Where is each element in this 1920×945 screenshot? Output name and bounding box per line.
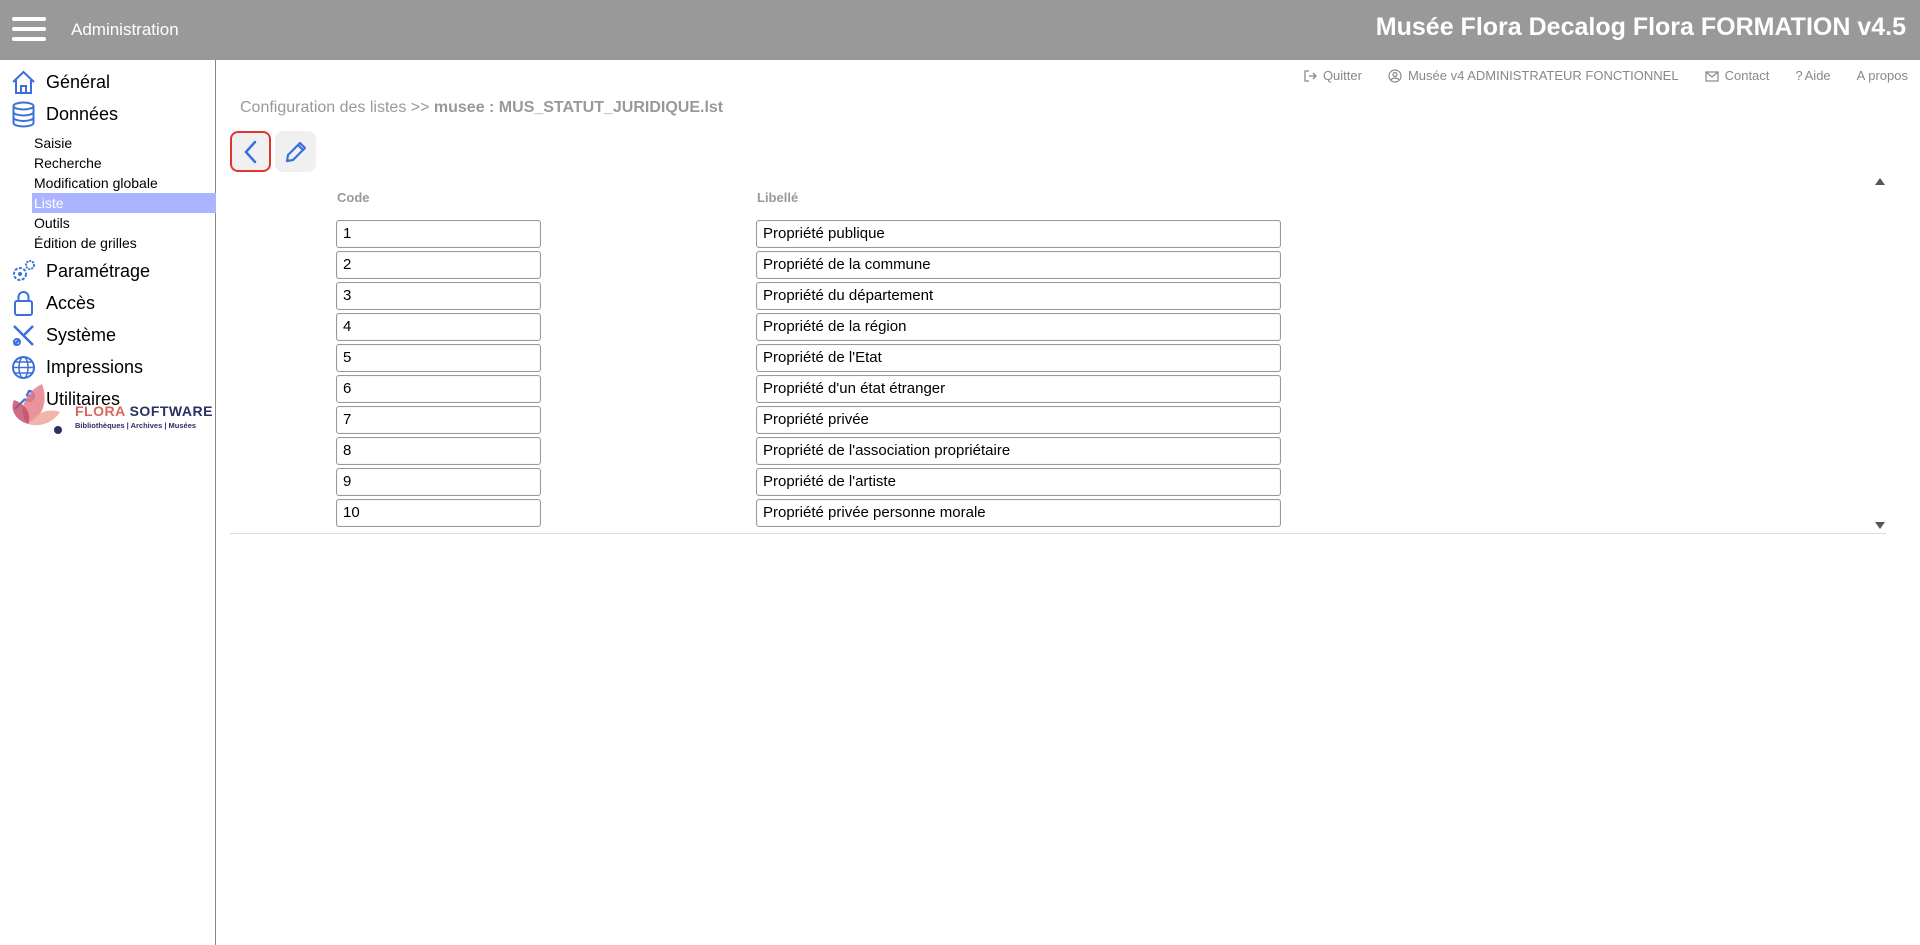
logout-icon [1304, 69, 1317, 82]
code-field[interactable]: 4 [336, 313, 541, 341]
label-field[interactable]: Propriété de la commune [756, 251, 1281, 279]
user-link[interactable]: Musée v4 ADMINISTRATEUR FONCTIONNEL [1388, 68, 1679, 83]
quit-label: Quitter [1322, 68, 1362, 83]
logo-text: FLORA SOFTWARE [75, 403, 213, 419]
sidebar-item-label: Accès [46, 292, 96, 313]
scroll-down-arrow[interactable] [1875, 522, 1885, 529]
label-field[interactable]: Propriété d'un état étranger [756, 375, 1281, 403]
code-field[interactable]: 9 [336, 468, 541, 496]
about-link[interactable]: A propos [1857, 68, 1908, 83]
label-field[interactable]: Propriété du département [756, 282, 1281, 310]
sidebar: Général Données Saisie Recherche Modific… [0, 60, 216, 945]
mail-icon [1704, 70, 1719, 82]
sidebar-item-label: Général [46, 71, 111, 92]
label-field[interactable]: Propriété de l'association propriétaire [756, 437, 1281, 465]
breadcrumb-current: musee : MUS_STATUT_JURIDIQUE.lst [433, 99, 724, 116]
lock-icon [14, 290, 33, 316]
hamburger-icon[interactable] [12, 17, 46, 41]
label-field[interactable]: Propriété privée [756, 406, 1281, 434]
edit-button[interactable] [275, 131, 316, 172]
column-header-label: Libellé [757, 190, 799, 205]
help-label: Aide [1804, 68, 1831, 83]
code-field[interactable]: 5 [336, 344, 541, 372]
pencil-icon [285, 141, 306, 162]
sidebar-subitem-modification-globale[interactable]: Modification globale [34, 173, 215, 193]
label-field[interactable]: Propriété de la région [756, 313, 1281, 341]
sidebar-item-donnees[interactable]: Données [10, 100, 118, 128]
code-field[interactable]: 6 [336, 375, 541, 403]
label-field[interactable]: Propriété de l'Etat [756, 344, 1281, 372]
contact-link[interactable]: Contact [1704, 68, 1770, 83]
app-title: Musée Flora Decalog Flora FORMATION v4.5 [1375, 13, 1906, 41]
breadcrumb-prefix[interactable]: Configuration des listes >> [240, 99, 434, 116]
label-field[interactable]: Propriété de l'artiste [756, 468, 1281, 496]
code-field[interactable]: 7 [336, 406, 541, 434]
column-header-code: Code [337, 190, 370, 205]
code-field[interactable]: 10 [336, 499, 541, 527]
sidebar-subitem-liste[interactable]: Liste [32, 193, 216, 213]
sidebar-subitem-edition-grilles[interactable]: Édition de grilles [34, 233, 215, 253]
tools-icon [13, 324, 34, 346]
code-field[interactable]: 8 [336, 437, 541, 465]
quit-link[interactable]: Quitter [1303, 68, 1362, 83]
sidebar-item-parametrage[interactable]: Paramétrage [10, 257, 150, 285]
user-label: Musée v4 ADMINISTRATEUR FONCTIONNEL [1407, 68, 1679, 83]
help-link[interactable]: ? Aide [1795, 68, 1830, 83]
label-field[interactable]: Propriété publique [756, 220, 1281, 248]
sidebar-item-label: Paramétrage [46, 260, 151, 281]
section-label: Administration [71, 20, 179, 39]
sidebar-item-label: Données [46, 103, 119, 124]
home-icon [12, 70, 35, 94]
database-icon [12, 101, 35, 127]
back-button[interactable] [230, 131, 271, 172]
sidebar-item-acces[interactable]: Accès [10, 289, 95, 317]
list-grid: Code Libellé 1 Propriété publique 2 Proprié… [230, 175, 1886, 534]
sidebar-item-general[interactable]: Général [10, 68, 110, 96]
top-bar: Administration Musée Flora Decalog Flora… [0, 0, 1920, 60]
sidebar-subitem-recherche[interactable]: Recherche [34, 153, 215, 173]
contact-label: Contact [1724, 68, 1770, 83]
sidebar-item-label: Système [46, 324, 117, 345]
code-field[interactable]: 1 [336, 220, 541, 248]
user-icon [1388, 68, 1402, 83]
about-label: A propos [1856, 68, 1908, 83]
sidebar-subitem-outils[interactable]: Outils [34, 213, 215, 233]
scroll-up-arrow[interactable] [1875, 178, 1885, 185]
code-field[interactable]: 2 [336, 251, 541, 279]
question-icon: ? [1795, 68, 1803, 83]
logo-tagline: Bibliothèques | Archives | Musées [75, 421, 197, 430]
top-links: Quitter Musée v4 ADMINISTRATEUR FONCTION… [1303, 68, 1908, 83]
code-field[interactable]: 3 [336, 282, 541, 310]
sidebar-item-systeme[interactable]: Système [10, 321, 116, 349]
sidebar-subitem-saisie[interactable]: Saisie [34, 133, 215, 153]
chevron-left-icon [243, 140, 256, 163]
gears-icon [13, 259, 35, 281]
label-field[interactable]: Propriété privée personne morale [756, 499, 1281, 527]
breadcrumb: Configuration des listes >> musee : MUS_… [240, 99, 723, 117]
